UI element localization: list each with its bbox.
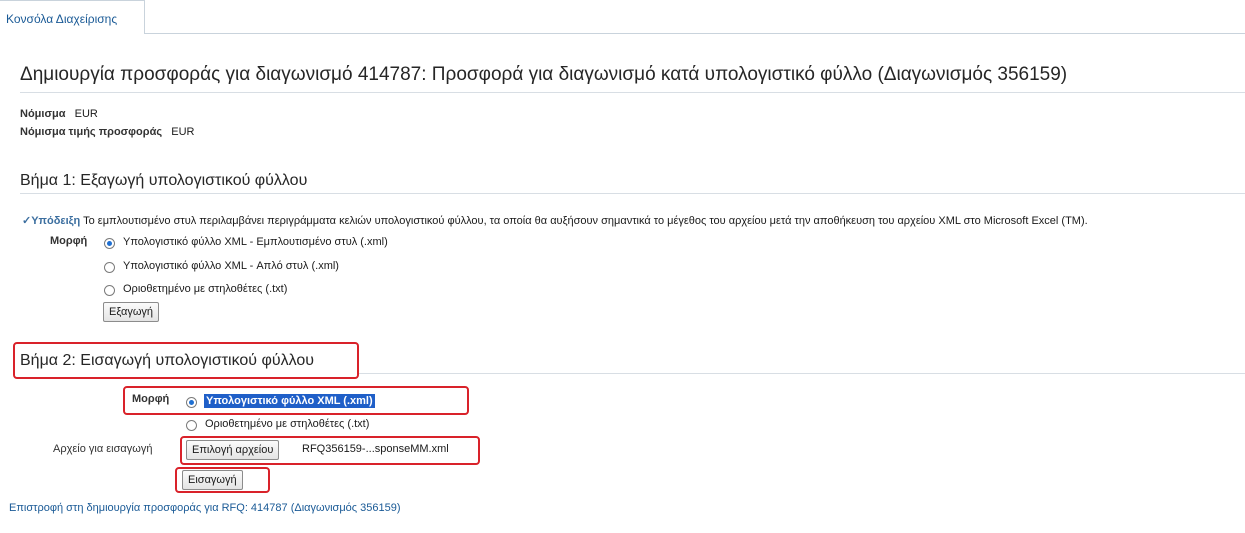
currency-value: EUR (74, 108, 98, 120)
back-link[interactable]: Επιστροφή στη δημιουργία προσφοράς για R… (9, 502, 401, 514)
choose-file-button[interactable]: Επιλογή αρχείου (186, 440, 280, 460)
radio-unselected[interactable] (104, 262, 115, 273)
tab-admin-console[interactable]: Κονσόλα Διαχείρισης (0, 0, 145, 34)
tip-row: ✓Υπόδειξη Το εμπλουτισμένο στυλ περιλαμβ… (22, 214, 1088, 227)
step2-format-label: Μορφή (132, 393, 170, 405)
currency-label: Νόμισμα (20, 108, 66, 120)
step1-divider (20, 193, 1245, 194)
currency-row: Νόμισμα EUR (20, 108, 98, 120)
option-label: Οριοθετημένο με στηλοθέτες (.txt) (123, 283, 288, 295)
check-icon: ✓ (22, 215, 32, 227)
price-currency-value: EUR (171, 126, 195, 138)
radio-unselected[interactable] (186, 420, 197, 431)
step1-heading: Βήμα 1: Εξαγωγή υπολογιστικού φύλλου (20, 172, 308, 189)
option-label: Οριοθετημένο με στηλοθέτες (.txt) (205, 418, 370, 430)
tip-label: Υπόδειξη (31, 215, 81, 227)
step2-divider (359, 373, 1245, 374)
price-currency-label: Νόμισμα τιμής προσφοράς (20, 126, 163, 138)
radio-selected[interactable] (186, 397, 197, 408)
radio-unselected[interactable] (104, 285, 115, 296)
tab-divider (145, 33, 1245, 34)
page-title: Δημιουργία προσφοράς για διαγωνισμό 4147… (20, 64, 1068, 85)
step2-heading: Βήμα 2: Εισαγωγή υπολογιστικού φύλλου (20, 352, 315, 369)
tab-label: Κονσόλα Διαχείρισης (6, 12, 118, 26)
radio-selected[interactable] (104, 238, 115, 249)
step1-format-label: Μορφή (50, 235, 88, 247)
export-button[interactable]: Εξαγωγή (103, 302, 160, 322)
tip-text: Το εμπλουτισμένο στυλ περιλαμβάνει περιγ… (83, 215, 1088, 227)
import-button[interactable]: Εισαγωγή (182, 470, 243, 490)
option-label: Υπολογιστικό φύλλο XML - Απλό στυλ (.xml… (123, 260, 339, 272)
option-label-selected: Υπολογιστικό φύλλο XML (.xml) (204, 394, 375, 408)
file-name: RFQ356159-...sponseMM.xml (302, 443, 449, 455)
price-currency-row: Νόμισμα τιμής προσφοράς EUR (20, 126, 194, 138)
file-label: Αρχείο για εισαγωγή (53, 443, 153, 455)
option-label: Υπολογιστικό φύλλο XML - Εμπλουτισμένο σ… (123, 236, 388, 248)
title-divider (20, 92, 1245, 93)
